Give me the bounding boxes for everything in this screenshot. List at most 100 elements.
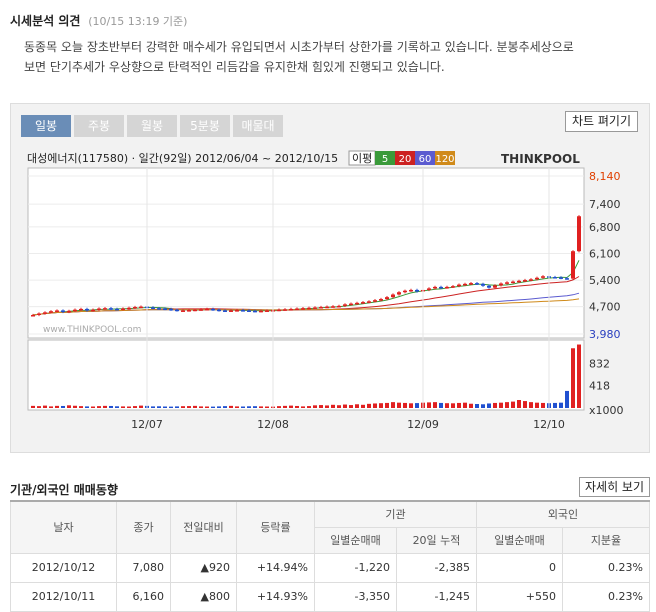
candle-body <box>247 310 251 312</box>
volume-bar <box>397 402 401 408</box>
volume-bar <box>43 405 47 408</box>
volume-bar <box>553 402 557 408</box>
candle-body <box>457 284 461 287</box>
candle-body <box>487 285 491 288</box>
cell-foreign-daily: 0 <box>476 552 563 583</box>
volume-bar <box>535 402 539 408</box>
candle-body <box>133 307 137 309</box>
cell-change: ▲800 <box>170 581 237 612</box>
volume-bar <box>523 401 527 408</box>
volume-bar <box>115 406 119 408</box>
candle-body <box>223 310 227 312</box>
candle-body <box>469 283 473 285</box>
candle-body <box>37 313 41 316</box>
candle-body <box>535 277 539 280</box>
candle-body <box>319 307 323 309</box>
volume-bar <box>331 404 335 408</box>
volume-bar <box>229 405 233 408</box>
volume-bar <box>97 406 101 408</box>
volume-bar <box>505 402 509 408</box>
volume-bar <box>199 406 203 408</box>
candle-body <box>409 289 413 292</box>
volume-bar <box>499 402 503 408</box>
candle-body <box>193 309 197 312</box>
volume-bar <box>391 402 395 408</box>
table-row: 2012/10/12 7,080 ▲920 +14.94% -1,220 -2,… <box>10 552 650 583</box>
cell-rate: +14.94% <box>236 552 315 583</box>
watermark: www.THINKPOOL.com <box>43 325 141 335</box>
date-tick-label: 12/09 <box>407 418 439 431</box>
candle-body <box>241 310 245 312</box>
volume-bar <box>403 402 407 408</box>
opinion-line-1: 동종목 오늘 장초반부터 강력한 매수세가 유입되면서 시초가부터 상한가를 기… <box>24 40 574 54</box>
chart-panel: 일봉 주봉 월봉 5분봉 매물대 차트 펴기기 대성에너지(117580) · … <box>10 103 650 453</box>
volume-bar <box>433 402 437 408</box>
price-tick-label: 8,140 <box>589 170 621 183</box>
candle-body <box>253 310 257 313</box>
candle-body <box>67 310 71 313</box>
volume-bar <box>463 402 467 408</box>
volume-tick-label: 832 <box>589 358 610 371</box>
col-rate: 등락률 <box>236 500 315 554</box>
volume-bar <box>121 406 125 408</box>
cell-close: 7,080 <box>116 552 171 583</box>
volume-bar <box>379 403 383 408</box>
col-change: 전일대비 <box>170 500 237 554</box>
candle-body <box>301 308 305 310</box>
candle-body <box>337 305 341 308</box>
price-tick-label: 4,700 <box>589 301 621 314</box>
tab-daily[interactable]: 일봉 <box>21 115 71 137</box>
cell-inst-daily: -1,220 <box>314 552 397 583</box>
candle-body <box>151 307 155 309</box>
candle-body <box>523 280 527 282</box>
volume-bar <box>241 406 245 408</box>
cell-foreign-daily: +550 <box>476 581 563 612</box>
volume-bar <box>151 406 155 408</box>
volume-bar <box>31 405 35 408</box>
volume-bar <box>289 405 293 408</box>
volume-bar <box>283 405 287 408</box>
candle-body <box>205 308 209 311</box>
candle-body <box>499 283 503 286</box>
candle-body <box>43 312 47 314</box>
volume-bar <box>157 406 161 408</box>
ma-legend: 5 20 60 120 <box>375 151 455 165</box>
candle-body <box>157 308 161 310</box>
volume-bar <box>511 401 515 408</box>
volume-bar <box>247 406 251 408</box>
tab-volume-profile[interactable]: 매물대 <box>233 115 283 137</box>
volume-bar <box>79 406 83 408</box>
col-share: 지분율 <box>562 526 650 554</box>
col-close: 종가 <box>116 500 171 554</box>
volume-bar <box>109 405 113 408</box>
candle-body <box>397 292 401 295</box>
volume-bar <box>415 403 419 408</box>
cell-close: 6,160 <box>116 581 171 612</box>
col-group-institution: 기관 <box>314 500 477 528</box>
detail-view-button[interactable]: 자세히 보기 <box>578 477 650 497</box>
volume-bar <box>67 405 71 408</box>
price-tick-label: 5,400 <box>589 274 621 287</box>
col-inst-daily: 일별순매매 <box>314 526 397 554</box>
volume-bar <box>133 406 137 408</box>
cell-date: 2012/10/11 <box>10 581 117 612</box>
volume-bar <box>517 400 521 408</box>
volume-bar <box>37 406 41 408</box>
candle-body <box>109 308 113 310</box>
candle-body <box>199 309 203 311</box>
volume-bar <box>451 403 455 408</box>
volume-tick-label: 418 <box>589 380 610 393</box>
tab-monthly[interactable]: 월봉 <box>127 115 177 137</box>
cell-date: 2012/10/12 <box>10 552 117 583</box>
tab-weekly[interactable]: 주봉 <box>74 115 124 137</box>
volume-bar <box>163 406 167 408</box>
chart-expand-button[interactable]: 차트 펴기기 <box>564 111 638 132</box>
candle-body <box>313 307 317 309</box>
tab-5min[interactable]: 5분봉 <box>180 115 230 137</box>
volume-bar <box>253 406 257 408</box>
volume-bar <box>385 402 389 408</box>
brand-logo: THINKPOOL <box>501 152 580 166</box>
candle-body <box>79 308 83 311</box>
ma-label: 이평 <box>352 152 372 165</box>
cell-inst-cum: -1,245 <box>396 581 477 612</box>
